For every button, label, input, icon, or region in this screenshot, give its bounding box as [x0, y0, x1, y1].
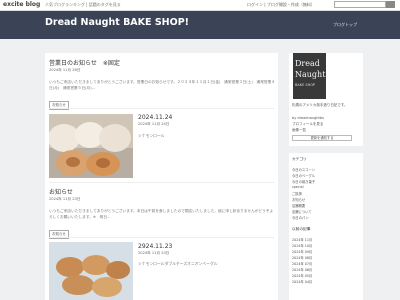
notify-button[interactable]: 更新を通知する: [292, 135, 352, 141]
ranking-link[interactable]: 人気ブログランキング | 話題のタグを見る: [45, 2, 121, 8]
logo-text-naught: Naught: [295, 70, 326, 79]
category-item[interactable]: special: [292, 185, 304, 189]
main-column: 営業日のお知らせ ※固定 2024年 11月 26日 いつもご来店いただきまして…: [45, 53, 278, 300]
archive-card: 以前の記事 2024年 11月 2024年 10月 2024年 09月 2024…: [289, 223, 363, 300]
bread-photo: [48, 114, 133, 178]
post-title[interactable]: お知らせ: [49, 187, 275, 196]
divider: [49, 237, 274, 238]
category-item[interactable]: ご挨拶: [292, 191, 302, 196]
archive-item[interactable]: 2024年 06月: [292, 267, 312, 272]
top-bar: excite blog 人気ブログランキング | 話題のタグを見る ログイン |…: [0, 0, 400, 11]
archive-title: 以前の記事: [292, 227, 311, 231]
post-title[interactable]: 2924.11.23: [138, 243, 172, 250]
archive-item[interactable]: 2024年 08月: [292, 255, 312, 260]
image-list-link[interactable]: 画像一覧: [292, 128, 306, 133]
login-links[interactable]: ログイン | ブログ開設・作成（無料）: [247, 2, 315, 8]
blog-description: 札幌のアメリカ風手造り日記です。: [292, 103, 348, 107]
category-item[interactable]: 今日のパン: [292, 215, 309, 220]
excite-blog-logo[interactable]: excite blog: [3, 1, 40, 8]
category-item[interactable]: 今日のスコーン: [292, 167, 315, 172]
blog-top-link[interactable]: ブログトップ: [333, 22, 357, 28]
category-item[interactable]: お知らせ: [292, 197, 305, 202]
category-title: カテゴリ: [292, 157, 307, 161]
archive-item[interactable]: 2024年 07月: [292, 261, 312, 266]
post-body: シナモンロールダブルチーズオニオンベーグル: [138, 261, 218, 266]
site-title[interactable]: Dread Naught BAKE SHOP!: [45, 17, 189, 28]
post-date: 2024年 11月 23日: [138, 251, 170, 255]
archive-item[interactable]: 2024年 04月: [292, 279, 312, 284]
post-body: シナモンロール: [138, 133, 165, 138]
category-item[interactable]: 店舗概要: [292, 203, 305, 208]
profile-card: Dread Naught BAKE SHOP 札幌のアメリカ風手造り日記です。 …: [289, 53, 363, 146]
post-item: 営業日のお知らせ ※固定 2024年 11月 26日 いつもご来店いただきまして…: [49, 58, 275, 110]
post-date: 2024年 11月 26日: [49, 68, 81, 72]
search-input[interactable]: [334, 1, 386, 8]
shop-logo[interactable]: Dread Naught BAKE SHOP: [293, 53, 326, 99]
post-item: お知らせ 2024年 11月 23日 いつもご来店いただきましてありがとうござい…: [49, 187, 275, 239]
post-date: 2024年 11月 23日: [49, 197, 81, 201]
sidebar: Dread Naught BAKE SHOP 札幌のアメリカ風手造り日記です。 …: [289, 53, 365, 300]
divider: [49, 182, 274, 183]
post-body: いつもご来店いただきましてありがとうございます。営業日のお知らせです。２０２４年…: [49, 80, 275, 90]
archive-item[interactable]: 2024年 10月: [292, 243, 312, 248]
archive-item[interactable]: 2024年 09月: [292, 249, 312, 254]
post-body: いつもご来店いただきましてありがとうございます。本日は午前を食しましたので閉店い…: [49, 209, 274, 219]
category-item[interactable]: 今日の焼き菓子: [292, 179, 315, 184]
divider: [49, 108, 274, 109]
bread-image[interactable]: [49, 242, 133, 300]
category-item[interactable]: 今日のベーグル: [292, 173, 315, 178]
bread-image[interactable]: [48, 114, 133, 178]
logo-text-dread: Dread: [295, 59, 320, 68]
archive-item[interactable]: 2024年 11月: [292, 237, 312, 242]
archive-item[interactable]: 2024年 05月: [292, 273, 312, 278]
logo-subtext: BAKE SHOP: [295, 83, 316, 87]
category-item[interactable]: 店舗について: [292, 209, 312, 214]
search-button[interactable]: [386, 1, 395, 8]
post-title[interactable]: 営業日のお知らせ ※固定: [49, 58, 275, 67]
bread-photo: [49, 242, 133, 300]
post-title[interactable]: 2024.11.24: [138, 114, 172, 121]
author-name[interactable]: by dreadnaughtbs: [292, 116, 324, 120]
profile-link[interactable]: プロフィールを見る: [292, 122, 323, 127]
post-date: 2024年 11月 24日: [138, 122, 170, 126]
